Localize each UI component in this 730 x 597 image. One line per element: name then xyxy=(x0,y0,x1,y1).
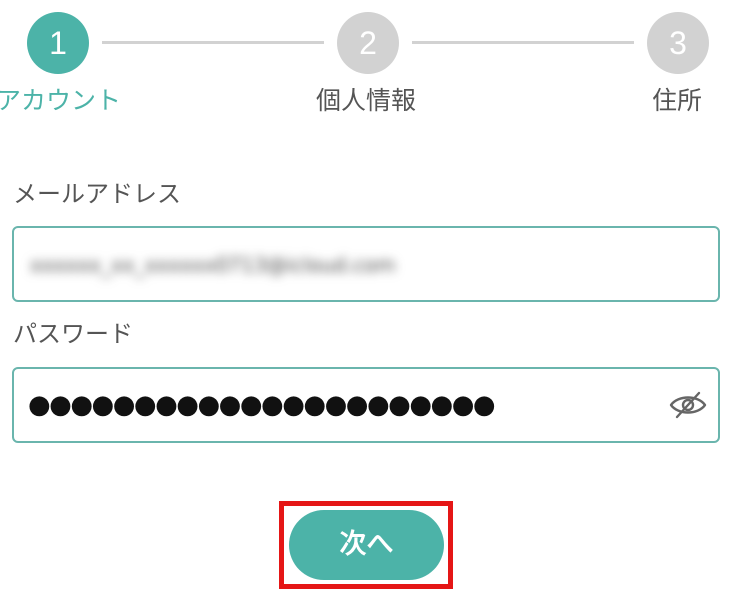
email-value: xxxxxx_xx_xxxxxx0713@icloud.com xyxy=(30,253,396,277)
step-2-label: 個人情報 xyxy=(316,86,417,115)
next-button[interactable]: 次へ xyxy=(289,510,444,580)
signup-page: 1 2 3 アカウント 個人情報 住所 メールアドレス xxxxxx_xx_xx… xyxy=(0,0,730,597)
step-1-label: アカウント xyxy=(0,86,122,115)
step-connector xyxy=(412,41,634,44)
step-3-label: 住所 xyxy=(652,86,703,115)
step-2-circle: 2 xyxy=(337,12,399,74)
email-label: メールアドレス xyxy=(13,180,181,208)
step-3-circle: 3 xyxy=(647,12,709,74)
step-1-circle: 1 xyxy=(27,12,89,74)
email-field[interactable]: xxxxxx_xx_xxxxxx0713@icloud.com xyxy=(12,226,720,302)
password-label: パスワード xyxy=(13,320,133,348)
password-value: ●●●●●●●●●●●●●●●●●●●●●● xyxy=(28,390,496,420)
password-field[interactable]: ●●●●●●●●●●●●●●●●●●●●●● xyxy=(12,367,720,443)
step-connector xyxy=(102,41,324,44)
eye-slash-icon[interactable] xyxy=(668,387,708,423)
